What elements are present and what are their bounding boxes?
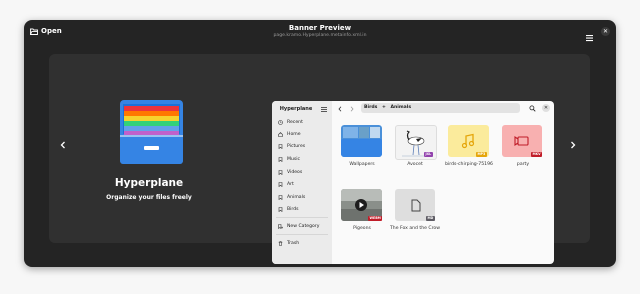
file-label: party [516, 162, 530, 167]
sidebar-item-label: Trash [287, 241, 300, 246]
file-label: The Fox and the Crow [390, 226, 440, 231]
sidebar-item-home: Home [278, 132, 301, 137]
sidebar-divider [276, 234, 328, 235]
sidebar-item-trash: Trash [278, 241, 299, 246]
tag-icon [278, 182, 283, 187]
path-separator: + [381, 105, 386, 110]
hyperplane-app-icon [120, 100, 183, 164]
sidebar-item-birds: Birds [278, 207, 299, 212]
tag-icon [278, 144, 283, 149]
tag-icon [278, 195, 283, 200]
sidebar-divider [276, 217, 328, 218]
file-label: Wallpapers [349, 162, 375, 167]
path-segment: Birds [364, 105, 378, 110]
screenshot-toolbar: Birds + Animals ✕ [332, 101, 554, 118]
file-type-badge: WEBM [368, 216, 383, 221]
sidebar-item-recent: Recent [278, 120, 303, 125]
sidebar-menu-icon [321, 107, 327, 112]
file-type-badge: MKV [531, 152, 543, 157]
tag-add-icon [278, 224, 283, 229]
file-type-badge: JXL [424, 152, 433, 157]
file-type-badge: MP3 [476, 152, 487, 157]
folder-thumbnail [341, 125, 382, 157]
sidebar-item-new-category: New Category [278, 224, 319, 229]
sidebar-item-label: Videos [287, 170, 303, 175]
sidebar-item-label: Birds [287, 207, 299, 212]
app-window: Open Banner Preview page.kramo.Hyperplan… [24, 20, 616, 267]
sidebar-item-pictures: Pictures [278, 144, 305, 149]
folder-icon [341, 125, 382, 157]
previous-screenshot-button[interactable] [60, 139, 66, 152]
next-screenshot-button[interactable] [570, 139, 576, 152]
chevron-right-icon [571, 141, 576, 149]
path-segment: Animals [390, 105, 412, 110]
forward-icon [350, 106, 354, 112]
sidebar-item-label: Pictures [287, 144, 306, 149]
file-type-badge: MD [426, 216, 435, 221]
file-label: birds-chirping-75196 [445, 162, 493, 167]
app-screenshot: Hyperplane Recent Home Pictures Music Vi… [272, 101, 554, 264]
sidebar-item-label: Recent [287, 120, 303, 125]
sidebar-item-art: Art [278, 182, 294, 187]
search-icon [529, 105, 536, 112]
sidebar-item-music: Music [278, 157, 300, 162]
main-menu-button[interactable] [585, 27, 594, 42]
sidebar-item-label: Art [287, 182, 294, 187]
screenshot-sidebar: Hyperplane Recent Home Pictures Music Vi… [272, 101, 332, 264]
sidebar-item-label: Music [287, 157, 301, 162]
chevron-left-icon [60, 141, 65, 149]
close-icon: ✕ [602, 28, 609, 35]
sidebar-title: Hyperplane [279, 106, 313, 112]
window-subtitle: page.kramo.Hyperplane.metainfo.xml.in [273, 33, 367, 38]
window-close-button[interactable]: ✕ [601, 27, 610, 36]
file-label: Avocet [407, 162, 423, 167]
trash-icon [278, 241, 283, 246]
app-name: Hyperplane [114, 177, 184, 189]
path-bar: Birds + Animals [361, 103, 520, 113]
home-icon [278, 132, 283, 137]
sidebar-item-label: Animals [287, 195, 306, 200]
window-title: Banner Preview [288, 24, 352, 32]
back-icon [338, 106, 342, 112]
hamburger-menu-icon [586, 35, 593, 42]
close-icon: ✕ [542, 104, 550, 112]
tag-icon [278, 170, 283, 175]
sidebar-item-videos: Videos [278, 170, 302, 175]
tag-icon [278, 207, 283, 212]
tag-icon [278, 157, 283, 162]
banner-preview: Hyperplane Organize your files freely Hy… [49, 54, 590, 264]
sidebar-item-label: Home [287, 132, 301, 137]
app-summary: Organize your files freely [106, 194, 192, 201]
clock-icon [278, 120, 283, 125]
sidebar-item-animals: Animals [278, 195, 305, 200]
sidebar-item-label: New Category [287, 224, 320, 229]
file-label: Pigeons [353, 226, 371, 231]
